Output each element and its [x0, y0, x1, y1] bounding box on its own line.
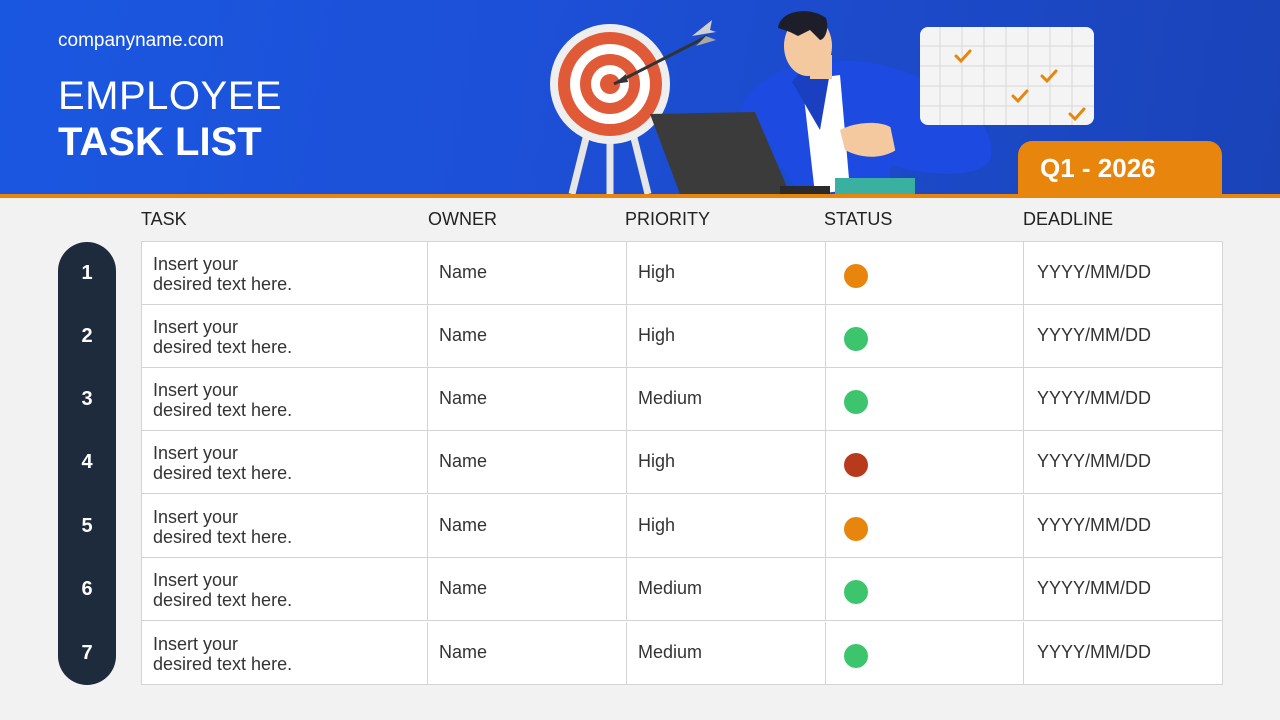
- task-text-line-2: desired text here.: [153, 654, 293, 674]
- status-dot: [844, 264, 868, 288]
- deadline-cell: YYYY/MM/DD: [1037, 451, 1152, 471]
- task-text-line-2: desired text here.: [153, 590, 293, 610]
- deadline-cell: YYYY/MM/DD: [1037, 642, 1152, 662]
- task-text-line-2: desired text here.: [153, 463, 293, 483]
- task-cell: Insert your desired text here.: [142, 431, 428, 493]
- priority-cell: High: [627, 305, 826, 367]
- task-text-line-1: Insert your: [153, 380, 239, 400]
- task-table: Insert your desired text here. Name High …: [141, 241, 1223, 685]
- status-cell: [826, 305, 1024, 367]
- task-text-line-1: Insert your: [153, 317, 239, 337]
- status-dot: [844, 390, 868, 414]
- row-number: 3: [81, 388, 93, 410]
- priority-cell: High: [627, 431, 826, 493]
- status-dot: [844, 580, 868, 604]
- task-cell: Insert your desired text here.: [142, 558, 428, 620]
- row-number: 6: [81, 578, 93, 600]
- task-text-line-2: desired text here.: [153, 337, 293, 357]
- row-number: 1: [81, 262, 93, 284]
- owner-cell: Name: [428, 242, 627, 304]
- task-text-line-1: Insert your: [153, 443, 239, 463]
- quarter-badge: Q1 - 2026: [1018, 141, 1222, 195]
- status-cell: [826, 558, 1024, 620]
- task-cell: Insert your desired text here.: [142, 495, 428, 557]
- priority-cell: Medium: [627, 368, 826, 430]
- task-cell: Insert your desired text here.: [142, 622, 428, 685]
- task-text-line-2: desired text here.: [153, 527, 293, 547]
- table-row: Insert your desired text here. Name High …: [142, 495, 1222, 558]
- status-cell: [826, 431, 1024, 493]
- owner-cell: Name: [428, 495, 627, 557]
- table-row: Insert your desired text here. Name High …: [142, 431, 1222, 494]
- task-cell: Insert your desired text here.: [142, 305, 428, 367]
- task-text-line-1: Insert your: [153, 634, 239, 654]
- task-text-line-2: desired text here.: [153, 274, 293, 294]
- status-cell: [826, 368, 1024, 430]
- deadline-cell: YYYY/MM/DD: [1037, 388, 1152, 408]
- status-dot: [844, 517, 868, 541]
- owner-cell: Name: [428, 368, 627, 430]
- status-cell: [826, 495, 1024, 557]
- column-header-owner: OWNER: [428, 209, 497, 229]
- status-dot: [844, 644, 868, 668]
- status-dot: [844, 327, 868, 351]
- task-text-line-1: Insert your: [153, 507, 239, 527]
- deadline-cell: YYYY/MM/DD: [1037, 578, 1152, 598]
- task-text-line-1: Insert your: [153, 570, 239, 590]
- table-row: Insert your desired text here. Name Mediu…: [142, 368, 1222, 431]
- target-icon: [550, 24, 670, 144]
- owner-cell: Name: [428, 622, 627, 685]
- table-row: Insert your desired text here. Name Mediu…: [142, 558, 1222, 621]
- table-row: Insert your desired text here. Name Mediu…: [142, 622, 1222, 685]
- column-header-deadline: DEADLINE: [1023, 209, 1114, 229]
- row-number: 7: [81, 642, 93, 664]
- table-row: Insert your desired text here. Name High …: [142, 242, 1222, 305]
- priority-cell: Medium: [627, 558, 826, 620]
- deadline-cell: YYYY/MM/DD: [1037, 325, 1152, 345]
- row-number-pill: 1 2 3 4 5 6 7: [58, 242, 116, 685]
- owner-cell: Name: [428, 558, 627, 620]
- task-cell: Insert your desired text here.: [142, 368, 428, 430]
- title-line-2: TASK LIST: [58, 120, 262, 164]
- owner-cell: Name: [428, 431, 627, 493]
- checklist-calendar-icon: [920, 27, 1094, 125]
- owner-cell: Name: [428, 305, 627, 367]
- status-cell: [826, 242, 1024, 304]
- priority-cell: High: [627, 242, 826, 304]
- column-header-status: STATUS: [824, 209, 893, 229]
- status-dot: [844, 453, 868, 477]
- deadline-cell: YYYY/MM/DD: [1037, 262, 1152, 282]
- column-header-priority: PRIORITY: [625, 209, 711, 229]
- task-cell: Insert your desired text here.: [142, 242, 428, 304]
- row-number: 4: [81, 451, 93, 473]
- title-line-1: EMPLOYEE: [58, 74, 283, 118]
- status-cell: [826, 622, 1024, 685]
- table-row: Insert your desired text here. Name High …: [142, 305, 1222, 368]
- column-header-task: TASK: [141, 209, 187, 229]
- row-number: 2: [81, 325, 93, 347]
- priority-cell: Medium: [627, 622, 826, 685]
- task-text-line-2: desired text here.: [153, 400, 293, 420]
- row-number: 5: [81, 515, 93, 537]
- deadline-cell: YYYY/MM/DD: [1037, 515, 1152, 535]
- company-website: companyname.com: [58, 30, 224, 51]
- task-text-line-1: Insert your: [153, 254, 239, 274]
- priority-cell: High: [627, 495, 826, 557]
